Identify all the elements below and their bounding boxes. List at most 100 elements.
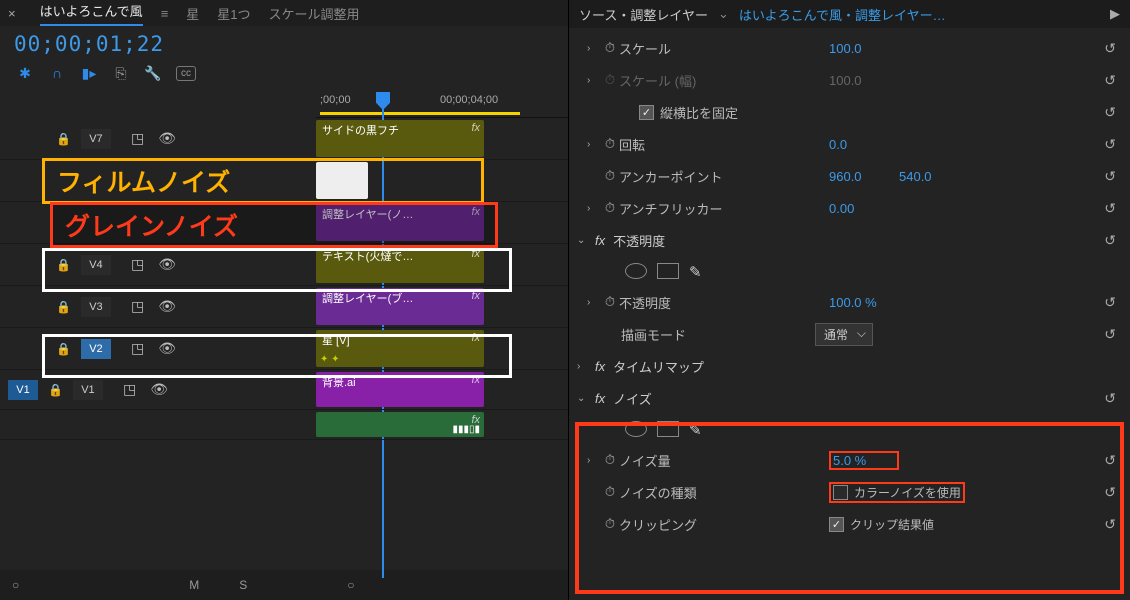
reset-icon[interactable]: ↺ bbox=[1104, 232, 1116, 249]
reset-icon[interactable]: ↺ bbox=[1104, 294, 1116, 311]
ruler-tick-1: 00;00;04;00 bbox=[440, 94, 498, 106]
scroll-handle-left[interactable]: ○ bbox=[12, 578, 19, 592]
marker-icon[interactable]: ▮▸ bbox=[80, 64, 98, 82]
stopwatch-icon[interactable]: ⏱ bbox=[601, 294, 619, 310]
stopwatch-icon[interactable]: ⏱ bbox=[601, 136, 619, 152]
reset-icon[interactable]: ↺ bbox=[1104, 104, 1116, 121]
clip-adjustment-blur[interactable]: 調整レイヤー(ブ… fx bbox=[316, 288, 484, 325]
tab-hoshi1[interactable]: 星1つ bbox=[217, 4, 250, 23]
fx-icon[interactable]: fx bbox=[595, 359, 605, 374]
prop-uniform-scale: ✓ 縦横比を固定 ↺ bbox=[569, 96, 1130, 128]
captions-icon[interactable]: cc bbox=[176, 66, 196, 81]
prop-value[interactable]: 100.0 % bbox=[829, 295, 899, 310]
prop-value-y[interactable]: 540.0 bbox=[899, 169, 969, 184]
chevron-down-icon[interactable]: ⌄ bbox=[718, 6, 729, 22]
source-label[interactable]: ソース・調整レイヤー bbox=[579, 5, 708, 24]
reset-icon[interactable]: ↺ bbox=[1104, 390, 1116, 407]
section-opacity[interactable]: ⌄ fx 不透明度 ↺ bbox=[569, 224, 1130, 256]
close-icon[interactable]: × bbox=[8, 6, 16, 21]
link-icon[interactable]: ⎘ bbox=[112, 64, 130, 82]
chevron-down-icon[interactable]: ⌄ bbox=[577, 393, 591, 404]
tab-scale[interactable]: スケール調整用 bbox=[269, 4, 360, 23]
stopwatch-icon[interactable]: ⏱ bbox=[601, 200, 619, 216]
rect-mask-icon[interactable] bbox=[657, 263, 679, 279]
work-area-bar[interactable] bbox=[320, 112, 520, 115]
reset-icon[interactable]: ↺ bbox=[1104, 40, 1116, 57]
eye-icon[interactable]: 👁 bbox=[158, 130, 176, 147]
clip-label: サイドの黒フチ bbox=[322, 122, 399, 138]
section-noise[interactable]: ⌄ fx ノイズ ↺ bbox=[569, 382, 1130, 414]
prop-label: スケール bbox=[619, 39, 829, 58]
annotation-noise-section-box bbox=[575, 422, 1124, 594]
stopwatch-icon: ⏱ bbox=[601, 72, 619, 88]
time-ruler[interactable]: ;00;00 00;00;04;00 bbox=[316, 90, 568, 118]
stopwatch-icon[interactable]: ⏱ bbox=[601, 40, 619, 56]
reset-icon[interactable]: ↺ bbox=[1104, 72, 1116, 89]
prop-value[interactable]: 0.00 bbox=[829, 201, 899, 216]
clip-audio[interactable]: ▮▮▮▯▮ fx bbox=[316, 412, 484, 437]
timeline-panel: × はいよろこんで風 ≡ 星 星1つ スケール調整用 00;00;01;22 ✱… bbox=[0, 0, 568, 600]
prop-label: 縦横比を固定 bbox=[660, 103, 870, 122]
prop-opacity: › ⏱ 不透明度 100.0 % ↺ bbox=[569, 286, 1130, 318]
timecode-display[interactable]: 00;00;01;22 bbox=[14, 32, 164, 56]
wrench-icon[interactable]: 🔧 bbox=[144, 64, 162, 82]
snap-icon[interactable]: ✱ bbox=[16, 64, 34, 82]
fx-icon[interactable]: fx bbox=[595, 233, 605, 248]
prop-value-x[interactable]: 960.0 bbox=[829, 169, 899, 184]
clip-side-fuchi[interactable]: サイドの黒フチ fx bbox=[316, 120, 484, 157]
magnet-icon[interactable]: ∩ bbox=[48, 64, 66, 82]
eye-icon[interactable]: 👁 bbox=[158, 298, 176, 315]
sequence-tabs: × はいよろこんで風 ≡ 星 星1つ スケール調整用 bbox=[0, 0, 568, 26]
track-row-v7: 🔒 V7 ◳ 👁 サイドの黒フチ fx bbox=[0, 118, 568, 160]
mute-label[interactable]: M bbox=[189, 578, 199, 592]
chevron-right-icon[interactable]: › bbox=[587, 75, 601, 86]
chevron-right-icon[interactable]: › bbox=[587, 43, 601, 54]
ellipse-mask-icon[interactable] bbox=[625, 263, 647, 279]
stopwatch-icon[interactable]: ⏱ bbox=[601, 168, 619, 184]
chevron-right-icon[interactable]: › bbox=[587, 203, 601, 214]
sync-lock-icon[interactable]: ◳ bbox=[123, 381, 136, 398]
chevron-right-icon[interactable]: › bbox=[587, 139, 601, 150]
track-target-v1[interactable]: V1 bbox=[8, 380, 38, 400]
sync-lock-icon[interactable]: ◳ bbox=[131, 130, 144, 147]
lock-icon[interactable]: 🔒 bbox=[56, 132, 71, 146]
chevron-right-icon[interactable]: › bbox=[577, 361, 591, 372]
section-label: タイムリマップ bbox=[613, 357, 704, 376]
reset-icon[interactable]: ↺ bbox=[1104, 200, 1116, 217]
track-label-v3[interactable]: V3 bbox=[81, 297, 111, 317]
mask-tools: ✎ bbox=[569, 256, 1130, 286]
fx-icon[interactable]: fx bbox=[595, 391, 605, 406]
ruler-tick-0: ;00;00 bbox=[320, 94, 351, 106]
eye-icon[interactable]: 👁 bbox=[150, 381, 168, 398]
section-label: ノイズ bbox=[613, 389, 652, 408]
reset-icon[interactable]: ↺ bbox=[1104, 326, 1116, 343]
scroll-handle-right[interactable]: ○ bbox=[347, 578, 354, 592]
pen-mask-icon[interactable]: ✎ bbox=[689, 263, 711, 279]
lock-icon[interactable]: 🔒 bbox=[56, 300, 71, 314]
reset-icon[interactable]: ↺ bbox=[1104, 136, 1116, 153]
tab-active[interactable]: はいよろこんで風 bbox=[40, 1, 143, 26]
prop-label: 回転 bbox=[619, 135, 829, 154]
track-label-v7[interactable]: V7 bbox=[81, 129, 111, 149]
chevron-right-icon[interactable]: › bbox=[587, 297, 601, 308]
reset-icon[interactable]: ↺ bbox=[1104, 168, 1116, 185]
track-label-v1[interactable]: V1 bbox=[73, 380, 103, 400]
annotation-film-noise: フィルムノイズ bbox=[42, 158, 484, 204]
annotation-grain-noise: グレインノイズ bbox=[50, 202, 498, 248]
chevron-down-icon[interactable]: ⌄ bbox=[577, 235, 591, 246]
checkbox-uniform-scale[interactable]: ✓ bbox=[639, 105, 654, 120]
section-timeremap[interactable]: › fx タイムリマップ bbox=[569, 350, 1130, 382]
blend-mode-dropdown[interactable]: 通常 bbox=[815, 323, 873, 346]
prop-label: スケール (幅) bbox=[619, 71, 829, 90]
prop-label: アンカーポイント bbox=[619, 167, 829, 186]
tab-hoshi[interactable]: 星 bbox=[186, 4, 199, 23]
tab-menu-icon[interactable]: ≡ bbox=[161, 6, 169, 21]
sync-lock-icon[interactable]: ◳ bbox=[131, 298, 144, 315]
tracks-area: 🔒 V7 ◳👁 サイドの黒フチ fx FC102.mp4 [V] fx bbox=[0, 118, 568, 570]
prop-value[interactable]: 100.0 bbox=[829, 41, 899, 56]
sequence-link[interactable]: はいよろこんで風・調整レイヤー… bbox=[739, 5, 946, 24]
prop-value[interactable]: 0.0 bbox=[829, 137, 899, 152]
solo-label[interactable]: S bbox=[239, 578, 247, 592]
lock-icon[interactable]: 🔒 bbox=[48, 383, 63, 397]
play-icon[interactable]: ▶ bbox=[1110, 6, 1120, 22]
